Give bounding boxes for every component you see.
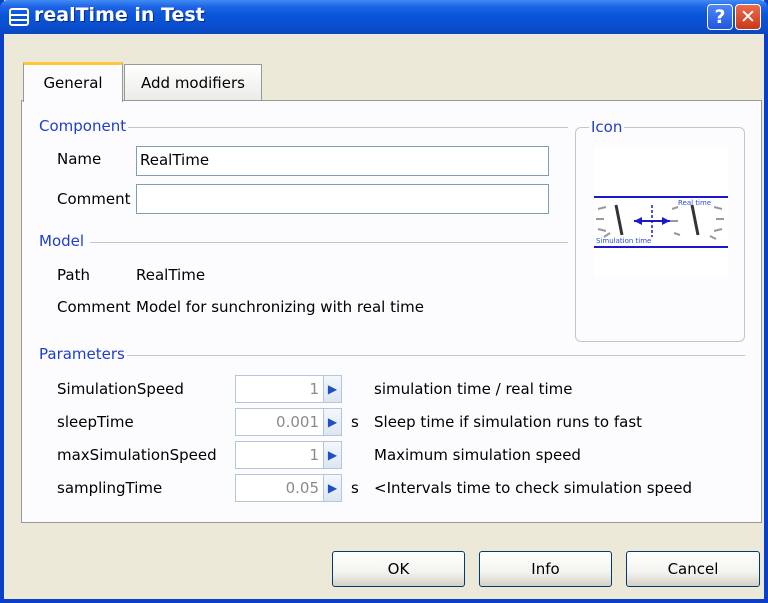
param-name: sleepTime — [57, 413, 134, 431]
name-label: Name — [57, 150, 102, 168]
component-divider — [125, 127, 568, 128]
model-divider — [90, 242, 568, 243]
parameters-divider — [125, 355, 745, 356]
param-unit: s — [351, 413, 359, 431]
param-description: Maximum simulation speed — [374, 446, 581, 464]
param-name: SimulationSpeed — [57, 380, 184, 398]
param-name: samplingTime — [57, 479, 163, 497]
tab-general[interactable]: General — [23, 62, 123, 102]
help-button[interactable]: ? — [707, 4, 733, 30]
ok-button[interactable]: OK — [332, 551, 465, 587]
param-menu-arrow-icon[interactable]: ▶ — [323, 474, 342, 502]
model-section-title: Model — [39, 232, 87, 250]
param-value-field[interactable]: 1 — [235, 375, 324, 403]
icon-label-realtime: Real time — [678, 199, 711, 207]
component-icon — [9, 8, 29, 26]
close-button[interactable]: ✕ — [735, 4, 761, 30]
info-button[interactable]: Info — [479, 551, 612, 587]
comment-label: Comment — [57, 190, 131, 208]
param-description: Sleep time if simulation runs to fast — [374, 413, 643, 431]
realtime-model-icon: Real time Simulation time — [594, 147, 728, 277]
name-field[interactable]: RealTime — [136, 146, 549, 176]
param-value-field[interactable]: 1 — [235, 441, 324, 469]
param-name: maxSimulationSpeed — [57, 446, 217, 464]
path-label: Path — [57, 266, 90, 284]
param-value-field[interactable]: 0.001 — [235, 408, 324, 436]
param-menu-arrow-icon[interactable]: ▶ — [323, 408, 342, 436]
icon-label-simtime: Simulation time — [596, 237, 651, 245]
param-menu-arrow-icon[interactable]: ▶ — [323, 441, 342, 469]
comment-field[interactable] — [136, 184, 549, 214]
model-comment-value: Model for sunchronizing with real time — [136, 298, 424, 316]
param-description: <Intervals time to check simulation spee… — [374, 479, 693, 497]
component-section-title: Component — [39, 117, 129, 135]
param-menu-arrow-icon[interactable]: ▶ — [323, 375, 342, 403]
cancel-button[interactable]: Cancel — [626, 551, 760, 587]
parameters-section-title: Parameters — [39, 345, 127, 363]
param-description: simulation time / real time — [374, 380, 573, 398]
window-title: realTime in Test — [34, 4, 205, 26]
model-comment-label: Comment — [57, 298, 131, 316]
tab-add-modifiers[interactable]: Add modifiers — [124, 64, 262, 101]
icon-section-title: Icon — [589, 118, 625, 136]
title-bar[interactable]: realTime in Test ? ✕ — [0, 0, 768, 34]
path-value: RealTime — [136, 266, 206, 284]
param-unit: s — [351, 479, 359, 497]
param-value-field[interactable]: 0.05 — [235, 474, 324, 502]
